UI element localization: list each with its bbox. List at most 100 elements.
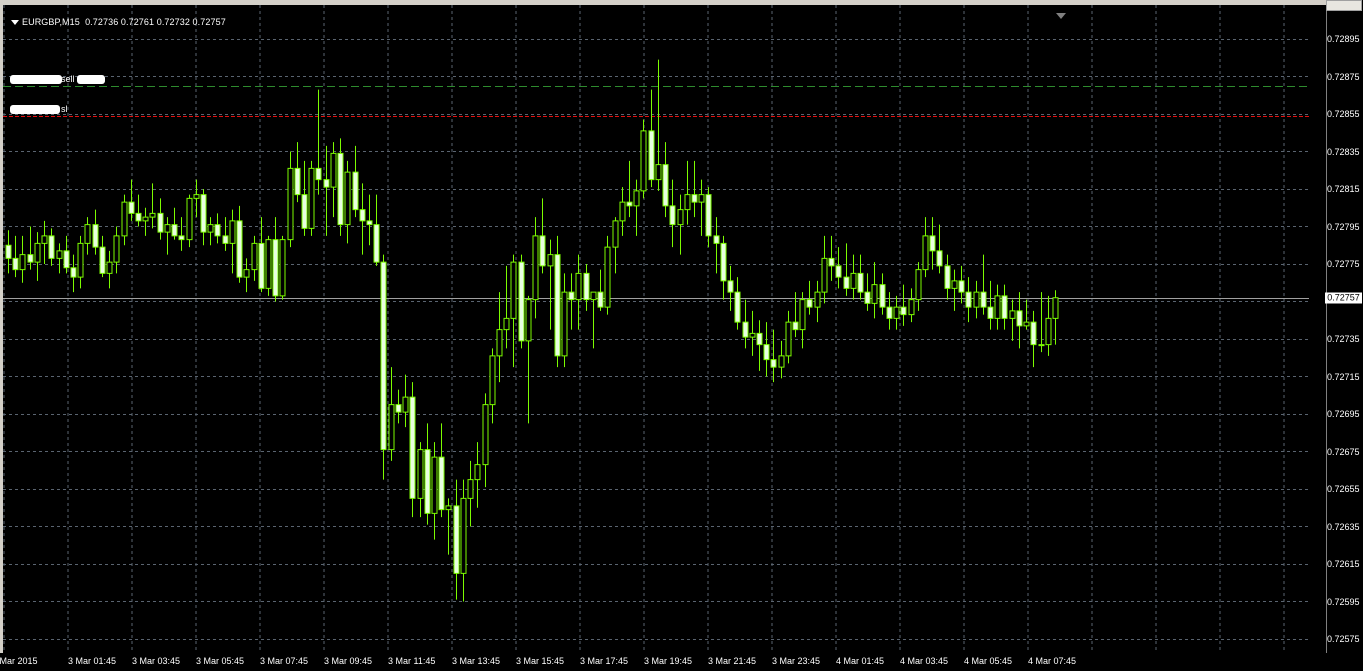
- candle: [908, 288, 915, 323]
- candle-body: [164, 224, 171, 233]
- candle: [597, 269, 604, 311]
- candle-body: [445, 505, 452, 511]
- candle-body: [749, 332, 756, 338]
- candle: [323, 145, 330, 236]
- price-label: 0.72675: [1327, 446, 1360, 457]
- candle-body: [900, 306, 907, 316]
- candle: [958, 265, 965, 304]
- candle: [749, 310, 756, 356]
- collapse-triangle-icon[interactable]: [11, 20, 19, 26]
- candle-body: [84, 224, 91, 244]
- candle: [655, 59, 662, 191]
- price-label: 0.72835: [1327, 146, 1360, 157]
- candle: [460, 479, 467, 602]
- candle: [1030, 310, 1037, 368]
- candle-body: [987, 306, 994, 319]
- candle-body: [438, 456, 445, 511]
- chart-shift-marker[interactable]: [1056, 13, 1066, 19]
- candle-body: [92, 224, 99, 248]
- candle-body: [915, 269, 922, 301]
- candle-body: [561, 291, 568, 357]
- candle: [12, 235, 19, 278]
- candle: [1001, 284, 1008, 330]
- candle-body: [713, 235, 720, 244]
- candle-body: [12, 257, 19, 271]
- candle-body: [142, 216, 149, 222]
- candle-body: [308, 167, 315, 229]
- candle-body: [662, 164, 669, 207]
- candle: [561, 273, 568, 368]
- candle: [871, 262, 878, 319]
- redacted-mark: [10, 105, 60, 114]
- time-label: 4 Mar 07:45: [1028, 656, 1077, 666]
- candle: [193, 179, 200, 218]
- chart-area[interactable]: EURGBP,M15 0.72736 0.72761 0.72732 0.727…: [3, 5, 1309, 653]
- candle: [388, 367, 395, 461]
- candle-body: [63, 250, 70, 269]
- candle: [973, 280, 980, 319]
- candle: [19, 235, 26, 283]
- candle: [1023, 299, 1030, 330]
- candle: [742, 299, 749, 349]
- candle-body: [193, 194, 200, 199]
- candle: [525, 295, 532, 424]
- candle-body: [402, 396, 409, 413]
- candle-body: [727, 280, 734, 293]
- candle-body: [258, 242, 265, 289]
- candle-body: [157, 212, 164, 233]
- candle-body: [482, 404, 489, 466]
- candle: [554, 235, 561, 368]
- candle: [677, 194, 684, 255]
- candle: [886, 292, 893, 330]
- candle-body: [568, 291, 575, 301]
- candle-body: [41, 235, 48, 244]
- candle-body: [604, 246, 611, 308]
- candle: [900, 284, 907, 326]
- candle-body: [640, 130, 647, 192]
- candle: [121, 194, 128, 246]
- candle-body: [705, 194, 712, 237]
- candle-body: [1009, 310, 1016, 319]
- price-label: 0.72715: [1327, 371, 1360, 382]
- candle-body: [691, 194, 698, 203]
- candle: [243, 258, 250, 293]
- candle-body: [806, 299, 813, 308]
- candle-body: [77, 242, 84, 278]
- candlestick-chart[interactable]: [3, 5, 1309, 653]
- candle-body: [272, 239, 279, 297]
- scroll-up-button[interactable]: [1326, 0, 1362, 11]
- candle: [337, 138, 344, 236]
- candle: [359, 183, 366, 255]
- candle-body: [48, 235, 55, 259]
- candle: [691, 160, 698, 218]
- candle-body: [294, 167, 301, 196]
- candle: [236, 205, 243, 283]
- time-label: 2 Mar 2015: [0, 656, 38, 666]
- candle: [344, 160, 351, 244]
- time-label: 3 Mar 19:45: [644, 656, 693, 666]
- candle-body: [409, 396, 416, 499]
- redacted-mark: [10, 75, 62, 84]
- candle-body: [344, 171, 351, 226]
- candle-body: [778, 355, 785, 368]
- candle-body: [864, 291, 871, 304]
- terminal-window: EURGBP,M15 0.72736 0.72761 0.72732 0.727…: [0, 0, 1363, 671]
- time-label: 4 Mar 01:45: [836, 656, 885, 666]
- candle: [756, 320, 763, 371]
- candle-body: [655, 164, 662, 181]
- candle-body: [323, 179, 330, 188]
- candle-body: [951, 280, 958, 289]
- chart-header: EURGBP,M15 0.72736 0.72761 0.72732 0.727…: [11, 17, 226, 27]
- candle: [186, 194, 193, 248]
- candle: [41, 220, 48, 264]
- candle: [734, 277, 741, 330]
- candle-body: [337, 152, 344, 226]
- candle: [149, 183, 156, 229]
- price-label: 0.72855: [1327, 109, 1360, 119]
- candle-body: [222, 235, 229, 244]
- candle: [330, 142, 337, 218]
- candle: [532, 217, 539, 319]
- candle: [843, 243, 850, 296]
- candle-body: [301, 194, 308, 229]
- candle-body: [626, 201, 633, 207]
